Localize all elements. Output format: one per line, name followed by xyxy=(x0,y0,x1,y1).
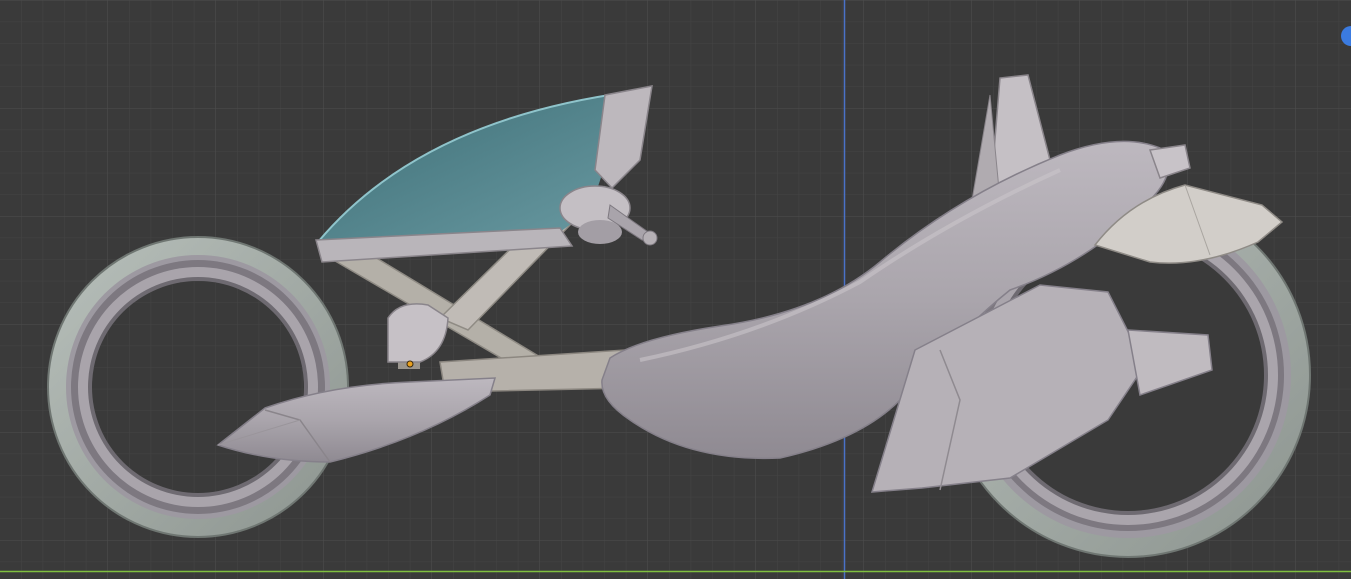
object-origin-dot xyxy=(406,360,414,368)
rear-wheel-gap-grid xyxy=(92,281,304,493)
viewport-canvas[interactable] xyxy=(0,0,1351,579)
3d-viewport[interactable] xyxy=(0,0,1351,579)
